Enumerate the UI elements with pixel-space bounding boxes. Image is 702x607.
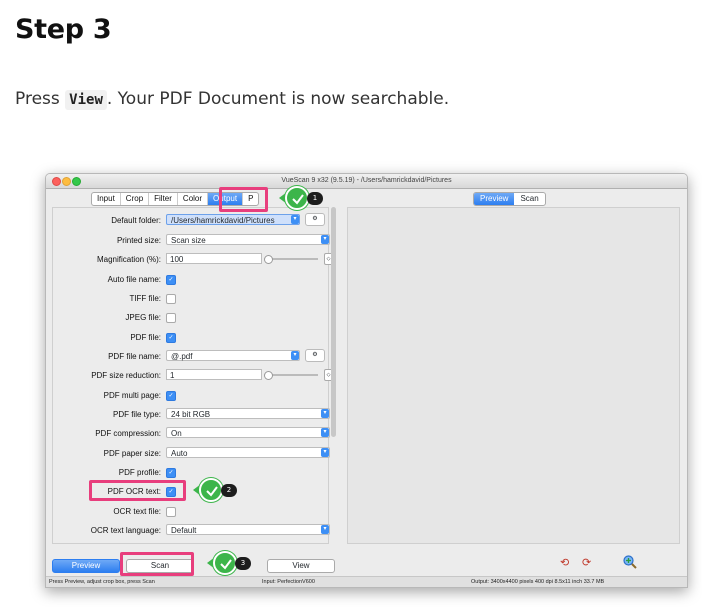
- pdf-name-settings-button[interactable]: ⚙: [305, 349, 325, 362]
- tab-preview[interactable]: Preview: [474, 193, 515, 205]
- pdf-file-name-row: PDF file name: @.pdf ▾ ⚙: [53, 349, 328, 364]
- minimize-window-button[interactable]: [62, 177, 71, 186]
- scan-button-highlight: [120, 552, 194, 576]
- chevron-down-icon: ▾: [291, 351, 299, 360]
- pdf-compression-select[interactable]: On ▾: [166, 427, 330, 438]
- pdf-file-checkbox[interactable]: ✓: [166, 333, 176, 343]
- ocr-language-select[interactable]: Default ▾: [166, 524, 330, 535]
- zoom-window-button[interactable]: [72, 177, 81, 186]
- pdf-profile-row: PDF profile: ✓: [53, 466, 328, 480]
- magnification-row: Magnification (%): 100 ◇: [53, 253, 333, 267]
- pdf-ocr-highlight: [89, 480, 186, 501]
- view-button[interactable]: View: [267, 559, 335, 573]
- tab-filter[interactable]: Filter: [149, 193, 178, 205]
- pdf-multi-page-checkbox[interactable]: ✓: [166, 391, 176, 401]
- pdf-profile-checkbox[interactable]: ✓: [166, 468, 176, 478]
- title-bar: VueScan 9 x32 (9.5.19) - /Users/hamrickd…: [46, 174, 687, 189]
- jpeg-file-row: JPEG file:: [53, 311, 328, 325]
- rotate-left-icon[interactable]: ⟲: [560, 556, 569, 569]
- zoom-in-icon[interactable]: [623, 555, 637, 572]
- default-folder-row: Default folder: /Users/hamrickdavid/Pict…: [53, 213, 328, 228]
- chevron-down-icon: ▾: [321, 428, 329, 437]
- close-window-button[interactable]: [52, 177, 61, 186]
- auto-file-name-row: Auto file name: ✓: [53, 273, 328, 287]
- status-output: Output: 3400x4400 pixels 400 dpi 8.5x11 …: [471, 579, 605, 585]
- preview-button[interactable]: Preview: [52, 559, 120, 573]
- view-code: View: [65, 90, 107, 110]
- preview-area: [347, 207, 680, 544]
- pdf-file-type-row: PDF file type: 24 bit RGB ▾: [53, 408, 330, 422]
- callout-step-3: 3: [207, 551, 261, 577]
- pdf-size-reduction-row: PDF size reduction: 1 ◇: [53, 369, 333, 383]
- output-tab-highlight: [219, 187, 268, 212]
- ocr-text-file-checkbox[interactable]: [166, 507, 176, 517]
- chevron-down-icon: ▾: [321, 235, 329, 244]
- ocr-text-language-row: OCR text language: Default ▾: [53, 524, 330, 538]
- tab-scan[interactable]: Scan: [514, 193, 544, 205]
- chevron-down-icon: ▾: [291, 215, 299, 224]
- slider-knob[interactable]: [264, 371, 273, 380]
- step-description: Press View. Your PDF Document is now sea…: [15, 89, 450, 110]
- callout-step-2: 2: [193, 478, 247, 504]
- auto-file-name-checkbox[interactable]: ✓: [166, 275, 176, 285]
- status-bar: Press Preview, adjust crop box, press Sc…: [46, 576, 687, 587]
- check-icon: [199, 478, 223, 502]
- check-icon: [285, 186, 309, 210]
- gear-icon: ⚙: [312, 352, 318, 358]
- tab-input[interactable]: Input: [92, 193, 121, 205]
- ocr-text-file-row: OCR text file:: [53, 505, 328, 519]
- magnification-slider[interactable]: [264, 255, 318, 264]
- pdf-paper-size-row: PDF paper size: Auto ▾: [53, 447, 330, 461]
- pdf-size-reduction-input[interactable]: 1: [166, 369, 262, 380]
- step-heading: Step 3: [15, 14, 112, 45]
- pdf-size-slider[interactable]: [264, 371, 318, 380]
- magnification-input[interactable]: 100: [166, 253, 262, 264]
- default-folder-field[interactable]: /Users/hamrickdavid/Pictures ▾: [166, 214, 300, 225]
- pdf-compression-row: PDF compression: On ▾: [53, 427, 330, 441]
- gear-icon: ⚙: [312, 216, 318, 222]
- folder-settings-button[interactable]: ⚙: [305, 213, 325, 226]
- status-hint: Press Preview, adjust crop box, press Sc…: [49, 579, 155, 585]
- callout-step-1: 1: [279, 186, 333, 212]
- printed-size-row: Printed size: Scan size ▾: [53, 234, 330, 248]
- rotate-right-icon[interactable]: ⟳: [582, 556, 591, 569]
- chevron-down-icon: ▾: [321, 525, 329, 534]
- check-icon: [213, 551, 237, 575]
- chevron-down-icon: ▾: [321, 448, 329, 457]
- printed-size-select[interactable]: Scan size ▾: [166, 234, 330, 245]
- window-title: VueScan 9 x32 (9.5.19) - /Users/hamrickd…: [281, 177, 452, 184]
- tab-color[interactable]: Color: [178, 193, 209, 205]
- chevron-down-icon: ▾: [321, 409, 329, 418]
- tab-crop[interactable]: Crop: [121, 193, 150, 205]
- pdf-file-name-field[interactable]: @.pdf ▾: [166, 350, 300, 361]
- pdf-multi-page-row: PDF multi page: ✓: [53, 389, 328, 403]
- tiff-file-row: TIFF file:: [53, 292, 328, 306]
- settings-scrollbar[interactable]: [331, 207, 336, 437]
- tiff-file-checkbox[interactable]: [166, 294, 176, 304]
- pdf-file-row: PDF file: ✓: [53, 331, 328, 345]
- status-input: Input: PerfectionV600: [262, 579, 315, 585]
- slider-knob[interactable]: [264, 255, 273, 264]
- pdf-paper-size-select[interactable]: Auto ▾: [166, 447, 330, 458]
- pdf-file-type-select[interactable]: 24 bit RGB ▾: [166, 408, 330, 419]
- preview-scan-tabs: Preview Scan: [473, 192, 546, 206]
- vuescan-window: VueScan 9 x32 (9.5.19) - /Users/hamrickd…: [45, 173, 688, 588]
- jpeg-file-checkbox[interactable]: [166, 313, 176, 323]
